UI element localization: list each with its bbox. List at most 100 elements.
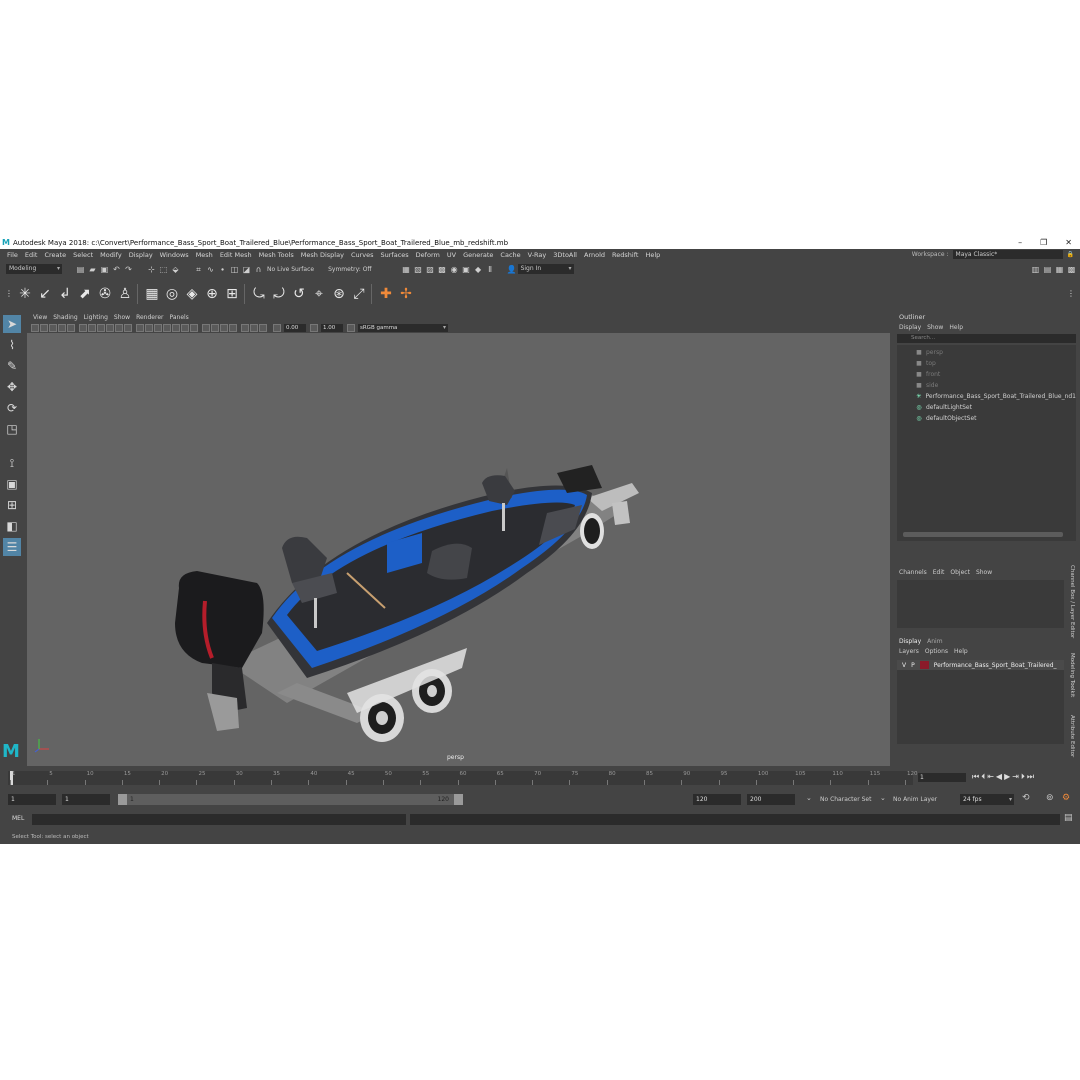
single-pane-icon[interactable]: ▣: [3, 475, 21, 493]
shelf-scroll-icon[interactable]: ⋮: [1066, 285, 1076, 303]
layer-visibility-toggle[interactable]: V: [902, 662, 906, 669]
wave-deformer-icon[interactable]: ⊛: [330, 285, 348, 303]
channel-box-menu-channels[interactable]: Channels: [899, 569, 927, 576]
menu-v-ray[interactable]: V-Ray: [528, 251, 547, 259]
character-set-dropdown[interactable]: No Character Set: [820, 796, 871, 803]
play-forward-icon[interactable]: ▶: [1004, 772, 1010, 782]
open-scene-icon[interactable]: ▰: [88, 265, 97, 274]
xray-joints-icon[interactable]: [250, 323, 258, 332]
menu-mesh-display[interactable]: Mesh Display: [301, 251, 344, 259]
menu-curves[interactable]: Curves: [351, 251, 374, 259]
gate-mask-icon[interactable]: [97, 323, 105, 332]
snap-point-icon[interactable]: ∙: [218, 265, 227, 274]
lock-icon[interactable]: 🔒: [1067, 251, 1074, 258]
channel-box-menu-edit[interactable]: Edit: [933, 569, 945, 576]
film-gate-icon[interactable]: [79, 323, 87, 332]
cluster-icon[interactable]: ◈: [183, 285, 201, 303]
step-forward-frame-icon[interactable]: ⇥: [1012, 772, 1019, 782]
new-scene-icon[interactable]: ▤: [76, 265, 85, 274]
xray-active-icon[interactable]: [259, 323, 267, 332]
gamma-icon[interactable]: [310, 323, 318, 332]
color-space-dropdown[interactable]: sRGB gamma: [358, 323, 448, 332]
outliner-item[interactable]: ◎ defaultObjectSet: [897, 413, 1076, 424]
anim-layer-icon[interactable]: ⌄: [880, 794, 886, 802]
menu-display[interactable]: Display: [129, 251, 153, 259]
depth-of-field-icon[interactable]: [229, 323, 237, 332]
menu-deform[interactable]: Deform: [416, 251, 440, 259]
menu-3dtoall[interactable]: 3DtoAll: [553, 251, 577, 259]
outliner-item[interactable]: ■ persp: [897, 347, 1076, 358]
joint-tool-icon[interactable]: ✳: [16, 285, 34, 303]
tool-settings-icon[interactable]: ▦: [1055, 265, 1064, 274]
lasso-tool-icon[interactable]: ⌇: [3, 336, 21, 354]
time-slider-track[interactable]: 1 5 10 15 20 25 30 35 40 45 50 55 60 65 70 75 80 85 90 95 10…: [8, 771, 918, 785]
resolution-gate-icon[interactable]: [88, 323, 96, 332]
lattice-icon[interactable]: ▦: [143, 285, 161, 303]
channel-box-menu-show[interactable]: Show: [976, 569, 992, 576]
menu-surfaces[interactable]: Surfaces: [381, 251, 409, 259]
menu-redshift[interactable]: Redshift: [612, 251, 638, 259]
layer-menu-help[interactable]: Help: [954, 648, 968, 655]
outliner-menu-help[interactable]: Help: [949, 324, 963, 331]
layer-row[interactable]: V P Performance_Bass_Sport_Boat_Trailere…: [897, 660, 1064, 670]
rotate-tool-icon[interactable]: ⟳: [3, 399, 21, 417]
side-tab-attribute-editor[interactable]: Attribute Editor: [1069, 715, 1075, 757]
outliner-search-input[interactable]: Search...: [897, 334, 1076, 343]
grid-toggle-icon[interactable]: [67, 323, 75, 332]
render-view-icon[interactable]: ▦: [402, 265, 411, 274]
script-editor-icon[interactable]: ▤: [1064, 813, 1073, 823]
playback-start-field[interactable]: 1: [62, 794, 110, 805]
viewport-menu-show[interactable]: Show: [114, 314, 130, 321]
snap-grid-icon[interactable]: ⌗: [194, 265, 203, 274]
step-forward-key-icon[interactable]: ⏵: [1021, 772, 1025, 782]
range-end-handle[interactable]: [454, 794, 463, 805]
channel-box-icon[interactable]: ▩: [1067, 265, 1076, 274]
outliner-item[interactable]: ■ front: [897, 369, 1076, 380]
viewport-menu-shading[interactable]: Shading: [53, 314, 77, 321]
camera-attributes-icon[interactable]: [40, 323, 48, 332]
two-pane-icon[interactable]: ◧: [3, 517, 21, 535]
constraint-icon[interactable]: ✢: [397, 285, 415, 303]
minimize-icon[interactable]: –: [1018, 236, 1022, 249]
shelf-options-icon[interactable]: ⋮: [4, 285, 14, 303]
sculpt-deformer-icon[interactable]: ⊕: [203, 285, 221, 303]
live-surface-label[interactable]: No Live Surface: [267, 266, 314, 273]
menu-help[interactable]: Help: [645, 251, 660, 259]
auto-key-icon[interactable]: ⊚: [1046, 793, 1054, 803]
step-back-key-icon[interactable]: ⏴: [981, 772, 985, 782]
current-frame-field[interactable]: 1: [918, 773, 966, 782]
humanik-icon[interactable]: ✇: [96, 285, 114, 303]
maximize-icon[interactable]: ❐: [1040, 236, 1047, 249]
menu-create[interactable]: Create: [44, 251, 66, 259]
snap-surface-icon[interactable]: ◪: [242, 265, 251, 274]
menu-arnold[interactable]: Arnold: [584, 251, 605, 259]
side-tab-modeling-toolkit[interactable]: Modeling Toolkit: [1069, 653, 1075, 697]
ik-handle-icon[interactable]: ↙: [36, 285, 54, 303]
skeleton-figure-icon[interactable]: ♙: [116, 285, 134, 303]
anim-layer-dropdown[interactable]: No Anim Layer: [893, 796, 937, 803]
viewport-menu-lighting[interactable]: Lighting: [84, 314, 108, 321]
safe-title-icon[interactable]: [124, 323, 132, 332]
command-language-label[interactable]: MEL: [12, 815, 24, 822]
magnet-icon[interactable]: ∩: [254, 265, 263, 274]
outliner-menu-show[interactable]: Show: [927, 324, 943, 331]
anti-aliasing-icon[interactable]: [220, 323, 228, 332]
gamma-field[interactable]: 1.00: [321, 323, 343, 332]
menu-mesh[interactable]: Mesh: [196, 251, 213, 259]
menu-set-dropdown[interactable]: Modeling: [6, 264, 62, 274]
exposure-field[interactable]: 0.00: [284, 323, 306, 332]
wrap-deformer-icon[interactable]: ◎: [163, 285, 181, 303]
image-plane-icon[interactable]: [58, 323, 66, 332]
ipr-render-icon[interactable]: ▨: [426, 265, 435, 274]
attribute-editor-icon[interactable]: ▤: [1043, 265, 1052, 274]
redo-icon[interactable]: ↷: [124, 265, 133, 274]
view-transform-icon[interactable]: [347, 323, 355, 332]
layer-name[interactable]: Performance_Bass_Sport_Boat_Trailered_: [934, 662, 1057, 669]
sign-in-user-icon[interactable]: 👤: [507, 265, 517, 274]
use-lights-icon[interactable]: [181, 323, 189, 332]
close-icon[interactable]: ✕: [1065, 236, 1072, 249]
menu-generate[interactable]: Generate: [463, 251, 493, 259]
xray-icon[interactable]: [163, 323, 171, 332]
command-input[interactable]: [32, 814, 406, 825]
bind-skin-icon[interactable]: ⬈: [76, 285, 94, 303]
